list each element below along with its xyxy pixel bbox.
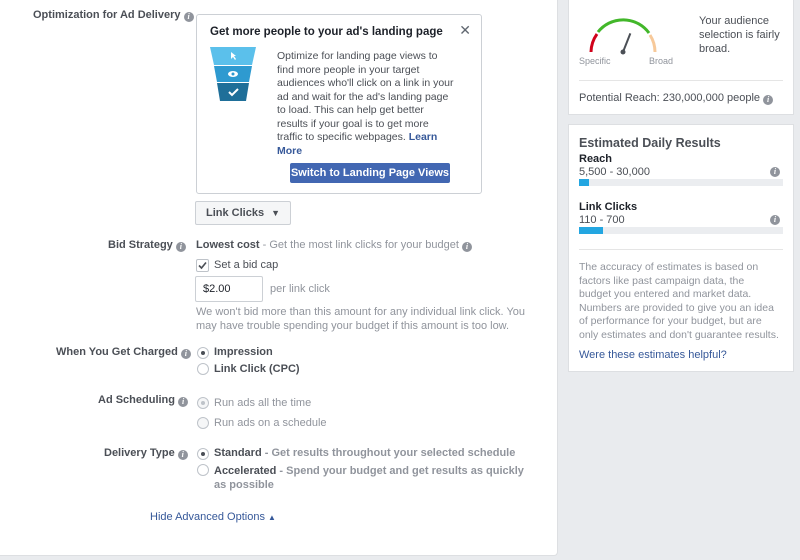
close-icon[interactable]: ✕ bbox=[459, 22, 471, 39]
reach-label: Reach bbox=[579, 153, 613, 165]
gauge-specific-label: Specific bbox=[579, 56, 611, 66]
info-icon[interactable]: i bbox=[183, 12, 194, 22]
caret-down-icon: ▼ bbox=[271, 208, 281, 218]
link-clicks-label: Link Clicks bbox=[579, 201, 638, 213]
reach-range: 5,500 - 30,000 bbox=[579, 166, 650, 178]
info-icon[interactable]: i bbox=[177, 450, 188, 460]
tip-title: Get more people to your ad's landing pag… bbox=[210, 26, 443, 38]
charged-label: When You Get Charged i bbox=[56, 346, 191, 359]
gauge-broad-label: Broad bbox=[649, 56, 674, 66]
estimates-title: Estimated Daily Results bbox=[579, 136, 721, 150]
switch-landing-page-button[interactable]: Switch to Landing Page Views bbox=[290, 163, 450, 183]
info-icon[interactable]: i bbox=[763, 95, 774, 105]
tip-body: Optimize for landing page views to find … bbox=[277, 50, 454, 157]
advanced-delivery-panel: Optimization for Ad Delivery i Get more … bbox=[0, 0, 558, 556]
radio-standard[interactable] bbox=[197, 448, 209, 460]
estimated-results-card: Estimated Daily Results Reach 5,500 - 30… bbox=[568, 124, 794, 372]
info-icon[interactable]: i bbox=[461, 242, 472, 252]
info-icon[interactable]: i bbox=[175, 242, 186, 252]
gauge-needle bbox=[622, 33, 632, 53]
info-icon[interactable]: i bbox=[178, 397, 189, 407]
link-clicks-range: 110 - 700 bbox=[579, 214, 625, 226]
bid-cap-checkbox[interactable] bbox=[196, 259, 209, 272]
bid-strategy-value[interactable]: Lowest cost - Get the most link clicks f… bbox=[196, 239, 472, 252]
info-icon[interactable]: i bbox=[180, 349, 191, 359]
reach-bar bbox=[579, 179, 783, 186]
hide-advanced-link[interactable]: Hide Advanced Options ▲ bbox=[150, 511, 276, 523]
option-run-all-time: Run ads all the time bbox=[214, 397, 312, 409]
check-icon bbox=[198, 261, 207, 270]
option-run-schedule: Run ads on a schedule bbox=[214, 417, 327, 429]
bid-cap-input[interactable]: $2.00 bbox=[195, 276, 263, 302]
radio-accelerated[interactable] bbox=[197, 464, 209, 476]
option-standard: Standard - Get results throughout your s… bbox=[214, 447, 516, 459]
bid-cap-warning: We won't bid more than this amount for a… bbox=[196, 306, 526, 332]
audience-summary: Your audience selection is fairly broad. bbox=[699, 15, 780, 55]
reach-bar-fill bbox=[579, 179, 590, 186]
radio-run-all-time[interactable] bbox=[197, 397, 209, 409]
info-icon[interactable]: i bbox=[770, 167, 780, 177]
radio-run-schedule[interactable] bbox=[197, 417, 209, 429]
audience-size-card: Specific Broad Your audience selection i… bbox=[568, 0, 794, 115]
landing-page-tip: Get more people to your ad's landing pag… bbox=[196, 14, 482, 194]
estimates-disclaimer: The accuracy of estimates is based on fa… bbox=[579, 261, 779, 341]
divider bbox=[579, 249, 783, 250]
bid-cap-label: Set a bid cap bbox=[214, 259, 279, 271]
radio-impression[interactable] bbox=[197, 347, 209, 359]
caret-up-icon: ▲ bbox=[268, 513, 276, 522]
radio-link-click[interactable] bbox=[197, 363, 209, 375]
potential-reach: Potential Reach: 230,000,000 people i bbox=[579, 92, 774, 105]
optimization-dropdown[interactable]: Link Clicks ▼ bbox=[195, 201, 292, 225]
audience-gauge bbox=[589, 18, 657, 55]
link-clicks-bar bbox=[579, 227, 783, 234]
funnel-icon bbox=[210, 47, 256, 101]
info-icon[interactable]: i bbox=[770, 215, 780, 225]
scheduling-label: Ad Scheduling i bbox=[98, 394, 189, 407]
option-impression: Impression bbox=[214, 346, 273, 358]
option-accelerated: Accelerated - Spend your budget and get … bbox=[214, 465, 524, 491]
bid-cap-unit: per link click bbox=[270, 283, 330, 295]
delivery-type-label: Delivery Type i bbox=[104, 447, 188, 460]
option-link-click: Link Click (CPC) bbox=[214, 363, 300, 375]
bid-strategy-label: Bid Strategy i bbox=[108, 239, 186, 252]
estimates-helpful-link[interactable]: Were these estimates helpful? bbox=[579, 349, 727, 361]
optimization-label: Optimization for Ad Delivery i bbox=[33, 9, 194, 22]
divider bbox=[579, 80, 783, 81]
link-clicks-bar-fill bbox=[579, 227, 604, 234]
